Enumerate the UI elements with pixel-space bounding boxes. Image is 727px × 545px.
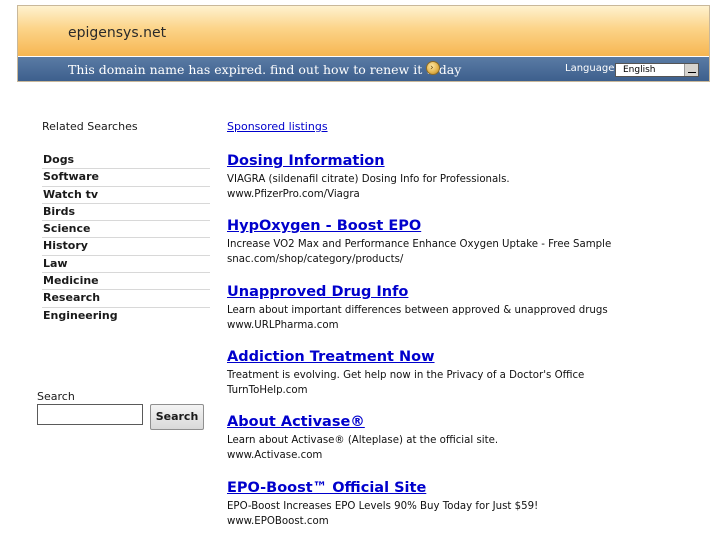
expired-message-link[interactable]: This domain name has expired. find out h…	[68, 62, 461, 77]
site-title: epigensys.net	[68, 25, 167, 41]
listing-title-link[interactable]: HypOxygen - Boost EPO	[227, 217, 717, 235]
listing-title-link[interactable]: Dosing Information	[227, 152, 717, 170]
listing-description: Learn about important differences betwee…	[227, 305, 608, 316]
listing: Addiction Treatment Now Treatment is evo…	[227, 348, 717, 399]
related-search-item[interactable]: Science	[42, 221, 210, 239]
listing-url[interactable]: snac.com/shop/category/products/	[227, 252, 717, 268]
sponsored-listings-link[interactable]: Sponsored listings	[227, 120, 328, 133]
related-search-item[interactable]: Dogs	[42, 152, 210, 170]
listing-url[interactable]: www.URLPharma.com	[227, 318, 717, 334]
listing-title-link[interactable]: Addiction Treatment Now	[227, 348, 717, 366]
listing-description: Treatment is evolving. Get help now in t…	[227, 370, 585, 381]
arrow-circle-icon[interactable]: ›	[426, 61, 440, 75]
listing-url[interactable]: www.PfizerPro.com/Viagra	[227, 187, 717, 203]
related-search-item[interactable]: Birds	[42, 204, 210, 222]
listing-url[interactable]: www.Activase.com	[227, 448, 717, 464]
listing-url[interactable]: www.EPOBoost.com	[227, 514, 717, 530]
listing-description: VIAGRA (sildenafil citrate) Dosing Info …	[227, 174, 510, 185]
listing-url[interactable]: TurnToHelp.com	[227, 383, 717, 399]
listing-description: EPO-Boost Increases EPO Levels 90% Buy T…	[227, 501, 539, 512]
listing: Unapproved Drug Info Learn about importa…	[227, 283, 717, 334]
search-input[interactable]	[37, 404, 143, 425]
related-search-item[interactable]: Medicine	[42, 273, 210, 291]
listing: EPO-Boost™ Official Site EPO-Boost Incre…	[227, 479, 717, 530]
related-search-item[interactable]: Watch tv	[42, 187, 210, 204]
related-search-item[interactable]: Research	[42, 290, 210, 308]
listing-title-link[interactable]: Unapproved Drug Info	[227, 283, 717, 301]
expired-bar: This domain name has expired. find out h…	[18, 57, 709, 81]
related-search-item[interactable]: History	[42, 238, 210, 256]
listing: About Activase® Learn about Activase® (A…	[227, 413, 717, 464]
header-banner: epigensys.net	[18, 6, 709, 56]
listing-description: Learn about Activase® (Alteplase) at the…	[227, 435, 499, 446]
search-label: Search	[37, 390, 75, 403]
dropdown-arrow-icon[interactable]	[684, 64, 698, 76]
language-selected-value: English	[623, 65, 656, 75]
listing: Dosing Information VIAGRA (sildenafil ci…	[227, 152, 717, 203]
listing-title-link[interactable]: EPO-Boost™ Official Site	[227, 479, 717, 497]
language-select[interactable]: English	[615, 63, 699, 77]
language-label: Language:	[565, 63, 618, 74]
listing-title-link[interactable]: About Activase®	[227, 413, 717, 431]
related-searches-title: Related Searches	[42, 120, 138, 133]
listing-description: Increase VO2 Max and Performance Enhance…	[227, 239, 612, 250]
related-search-item[interactable]: Engineering	[42, 308, 210, 324]
related-searches-list: Dogs Software Watch tv Birds Science His…	[42, 152, 210, 324]
related-search-item[interactable]: Law	[42, 256, 210, 274]
listing: HypOxygen - Boost EPO Increase VO2 Max a…	[227, 217, 717, 268]
search-button[interactable]: Search	[150, 404, 204, 430]
related-search-item[interactable]: Software	[42, 169, 210, 187]
